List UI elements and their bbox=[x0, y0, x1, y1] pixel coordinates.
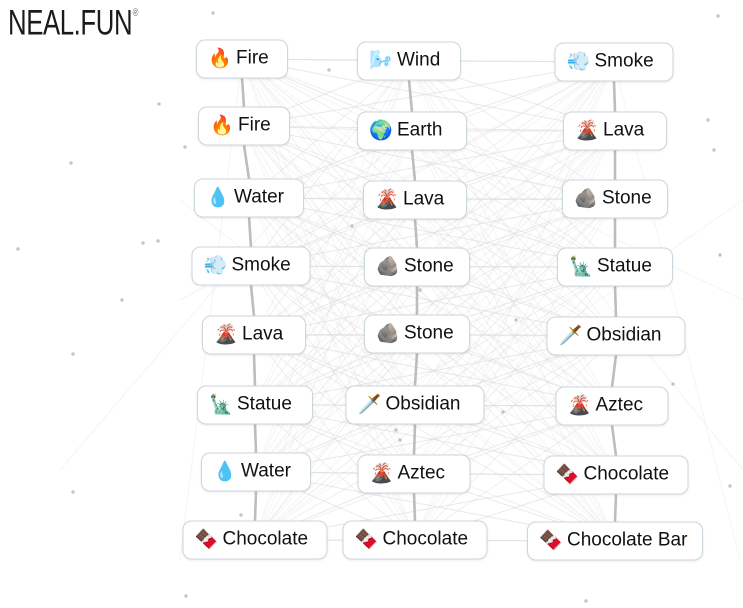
logo-text: NEAL.FUN bbox=[8, 4, 133, 43]
element-node-aztec[interactable]: 🌋 Aztec bbox=[555, 386, 669, 426]
statue-of-liberty-icon: 🗽 bbox=[569, 256, 593, 277]
element-node-smoke[interactable]: 💨 Smoke bbox=[191, 246, 311, 286]
element-node-label: Chocolate Bar bbox=[567, 529, 688, 551]
element-node-fire[interactable]: 🔥 Fire bbox=[198, 106, 290, 146]
element-node-label: Fire bbox=[236, 47, 269, 69]
droplet-icon: 💧 bbox=[206, 187, 230, 208]
dashing-away-icon: 💨 bbox=[203, 255, 228, 276]
wind-face-icon: 🌬️ bbox=[369, 50, 393, 71]
element-node-label: Stone bbox=[602, 187, 652, 209]
dashing-away-icon: 💨 bbox=[566, 51, 591, 72]
element-node-chocolate[interactable]: 🍫 Chocolate bbox=[182, 520, 328, 560]
element-node-chocolate[interactable]: 🍫 Chocolate bbox=[543, 455, 689, 495]
chocolate-bar-icon: 🍫 bbox=[354, 529, 379, 550]
element-node-label: Fire bbox=[238, 114, 271, 136]
element-node-lava[interactable]: 🌋 Lava bbox=[363, 180, 467, 220]
volcano-icon: 🌋 bbox=[214, 324, 238, 345]
statue-of-liberty-icon: 🗽 bbox=[209, 394, 233, 415]
element-node-label: Aztec bbox=[595, 394, 644, 416]
element-node-label: Water bbox=[241, 460, 291, 482]
element-node-statue[interactable]: 🗽 Statue bbox=[557, 247, 673, 287]
volcano-icon: 🌋 bbox=[375, 189, 399, 210]
dagger-icon: 🗡️ bbox=[357, 394, 382, 415]
fire-icon: 🔥 bbox=[210, 115, 234, 136]
element-node-statue[interactable]: 🗽 Statue bbox=[197, 385, 313, 425]
background-web bbox=[59, 58, 743, 561]
element-node-smoke[interactable]: 💨 Smoke bbox=[554, 42, 674, 82]
droplet-icon: 💧 bbox=[213, 461, 237, 482]
element-node-stone[interactable]: 🪨 Stone bbox=[562, 179, 668, 219]
element-node-label: Stone bbox=[404, 322, 454, 344]
element-node-label: Wind bbox=[397, 49, 441, 71]
element-node-lava[interactable]: 🌋 Lava bbox=[202, 315, 306, 355]
chocolate-bar-icon: 🍫 bbox=[555, 464, 580, 485]
element-node-wind[interactable]: 🌬️ Wind bbox=[357, 41, 461, 81]
element-node-label: Chocolate bbox=[583, 463, 670, 485]
element-node-water[interactable]: 💧 Water bbox=[194, 178, 304, 218]
element-node-label: Lava bbox=[403, 188, 445, 210]
element-node-label: Chocolate bbox=[222, 528, 309, 550]
element-node-label: Statue bbox=[597, 255, 652, 277]
element-node-label: Stone bbox=[404, 255, 454, 277]
background-particles bbox=[16, 11, 732, 603]
rock-icon: 🪨 bbox=[376, 256, 400, 277]
element-node-label: Earth bbox=[397, 119, 443, 141]
element-node-label: Obsidian bbox=[385, 393, 461, 415]
chocolate-bar-icon: 🍫 bbox=[194, 529, 219, 550]
fire-icon: 🔥 bbox=[208, 48, 232, 69]
element-node-chocolate[interactable]: 🍫 Chocolate bbox=[342, 520, 488, 560]
rock-icon: 🪨 bbox=[574, 188, 598, 209]
element-node-obsidian[interactable]: 🗡️ Obsidian bbox=[345, 385, 485, 425]
element-node-label: Statue bbox=[237, 393, 292, 415]
element-node-label: Smoke bbox=[231, 254, 291, 276]
element-node-stone[interactable]: 🪨 Stone bbox=[364, 247, 470, 287]
element-node-water[interactable]: 💧 Water bbox=[201, 452, 311, 492]
dagger-icon: 🗡️ bbox=[558, 325, 583, 346]
element-node-lava[interactable]: 🌋 Lava bbox=[563, 111, 667, 151]
element-node-stone[interactable]: 🪨 Stone bbox=[364, 314, 470, 354]
element-node-label: Water bbox=[234, 186, 284, 208]
element-node-label: Lava bbox=[242, 323, 284, 345]
volcano-icon: 🌋 bbox=[567, 395, 592, 416]
volcano-icon: 🌋 bbox=[369, 463, 394, 484]
element-node-aztec[interactable]: 🌋 Aztec bbox=[357, 454, 471, 494]
neal-fun-logo[interactable]: NEAL.FUN® bbox=[8, 4, 140, 44]
logo-trademark-icon: ® bbox=[131, 5, 140, 19]
element-node-obsidian[interactable]: 🗡️ Obsidian bbox=[546, 316, 686, 356]
volcano-icon: 🌋 bbox=[575, 120, 599, 141]
element-node-label: Smoke bbox=[594, 50, 654, 72]
element-node-label: Lava bbox=[603, 119, 645, 141]
element-node-label: Obsidian bbox=[586, 324, 662, 346]
element-node-label: Aztec bbox=[397, 462, 446, 484]
node-connectors bbox=[240, 77, 618, 523]
earth-globe-icon: 🌍 bbox=[369, 120, 393, 141]
element-node-fire[interactable]: 🔥 Fire bbox=[196, 39, 288, 79]
element-node-chocolate-bar[interactable]: 🍫 Chocolate Bar bbox=[527, 521, 703, 561]
element-node-label: Chocolate bbox=[382, 528, 469, 550]
chocolate-bar-icon: 🍫 bbox=[539, 530, 563, 551]
element-node-earth[interactable]: 🌍 Earth bbox=[357, 111, 467, 151]
rock-icon: 🪨 bbox=[376, 323, 400, 344]
